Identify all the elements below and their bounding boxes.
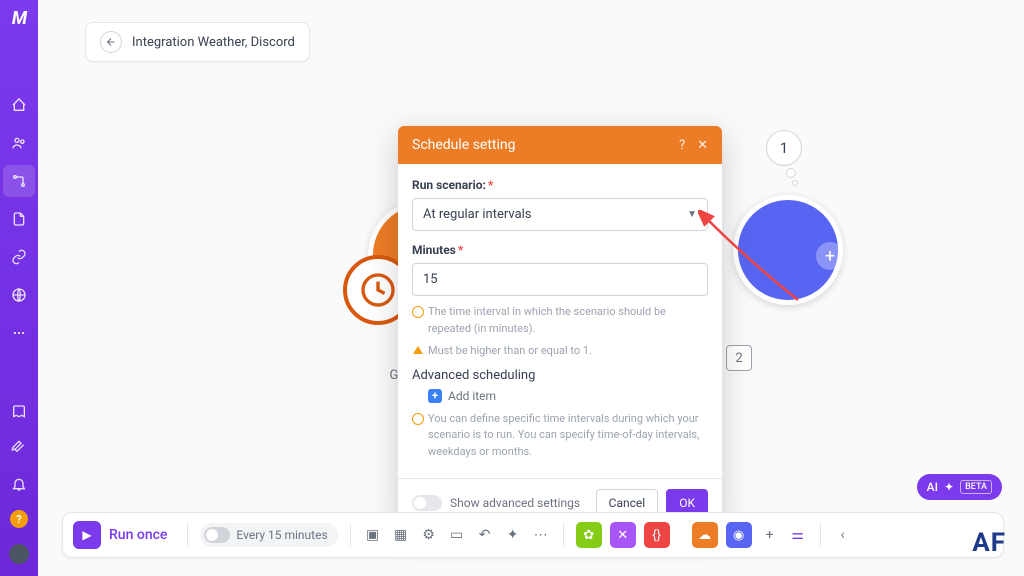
more-icon[interactable] [9, 323, 29, 343]
webhooks-icon[interactable] [9, 285, 29, 305]
run-button[interactable]: ▶ [73, 521, 101, 549]
collapse-icon[interactable]: ‹ [833, 525, 853, 545]
advanced-label: Advanced scheduling [412, 368, 708, 383]
templates-icon[interactable] [9, 209, 29, 229]
avatar[interactable] [9, 544, 29, 564]
discord-icon: + [733, 195, 843, 305]
modal-header: Schedule setting ? ✕ [398, 126, 722, 164]
module-chip-3[interactable]: {} [644, 522, 670, 548]
step-badge-1: 1 [766, 130, 802, 166]
filter-icon[interactable]: ⚌ [788, 525, 808, 545]
connections-icon[interactable] [9, 247, 29, 267]
docs-icon[interactable] [9, 402, 29, 422]
watermark: AF [972, 528, 1006, 558]
step-badge-2: 2 [726, 345, 752, 371]
schedule-modal: Schedule setting ? ✕ Run scenario:* At r… [398, 126, 722, 527]
run-scenario-label: Run scenario:* [412, 178, 708, 192]
advanced-toggle[interactable] [412, 495, 442, 511]
help-icon[interactable]: ? [10, 510, 28, 528]
rocket-icon[interactable] [9, 438, 29, 458]
logo-icon: M [12, 8, 26, 29]
team-icon[interactable] [9, 133, 29, 153]
magic-icon[interactable]: ✦ [503, 525, 523, 545]
home-icon[interactable] [9, 95, 29, 115]
add-module-icon[interactable]: + [760, 525, 780, 545]
weather-chip[interactable]: ☁ [692, 522, 718, 548]
show-advanced-label: Show advanced settings [450, 496, 588, 510]
settings-icon[interactable]: ⚙ [419, 525, 439, 545]
save-icon[interactable]: ▣ [363, 525, 383, 545]
bell-icon[interactable] [9, 474, 29, 494]
plus-icon: + [428, 389, 442, 403]
notes-icon[interactable]: ▭ [447, 525, 467, 545]
run-scenario-select[interactable]: At regular intervals ▼ [412, 198, 708, 231]
module-chip-1[interactable]: ✿ [576, 522, 602, 548]
minutes-validation: Must be higher than or equal to 1. [412, 343, 708, 360]
chevron-down-icon: ▼ [687, 209, 697, 220]
bottom-toolbar: ▶ Run once Every 15 minutes ▣ ▦ ⚙ ▭ ↶ ✦ … [62, 512, 1004, 558]
undo-icon[interactable]: ↶ [475, 525, 495, 545]
scenarios-icon[interactable] [3, 165, 35, 197]
minutes-input[interactable] [412, 263, 708, 296]
close-icon[interactable]: ✕ [697, 138, 708, 153]
switch-icon [204, 527, 230, 543]
layout-icon[interactable]: ▦ [391, 525, 411, 545]
modal-title: Schedule setting [412, 137, 516, 153]
discord-chip[interactable]: ◉ [726, 522, 752, 548]
more-tools-icon[interactable]: ⋯ [531, 525, 551, 545]
sparkle-icon: ✦ [944, 480, 954, 494]
add-item-button[interactable]: + Add item [428, 389, 708, 403]
discord-node[interactable]: + [733, 195, 843, 305]
thought-bubble-icon [778, 168, 798, 186]
minutes-label: Minutes* [412, 243, 708, 257]
sidebar: M ? [0, 0, 38, 576]
help-icon[interactable]: ? [679, 138, 685, 153]
schedule-toggle[interactable]: Every 15 minutes [200, 523, 337, 547]
run-label[interactable]: Run once [109, 527, 167, 543]
advanced-hint: You can define specific time intervals d… [412, 411, 708, 461]
module-chip-2[interactable]: ✕ [610, 522, 636, 548]
ai-badge[interactable]: AI ✦ BETA [917, 474, 1002, 500]
minutes-hint: The time interval in which the scenario … [412, 304, 708, 337]
